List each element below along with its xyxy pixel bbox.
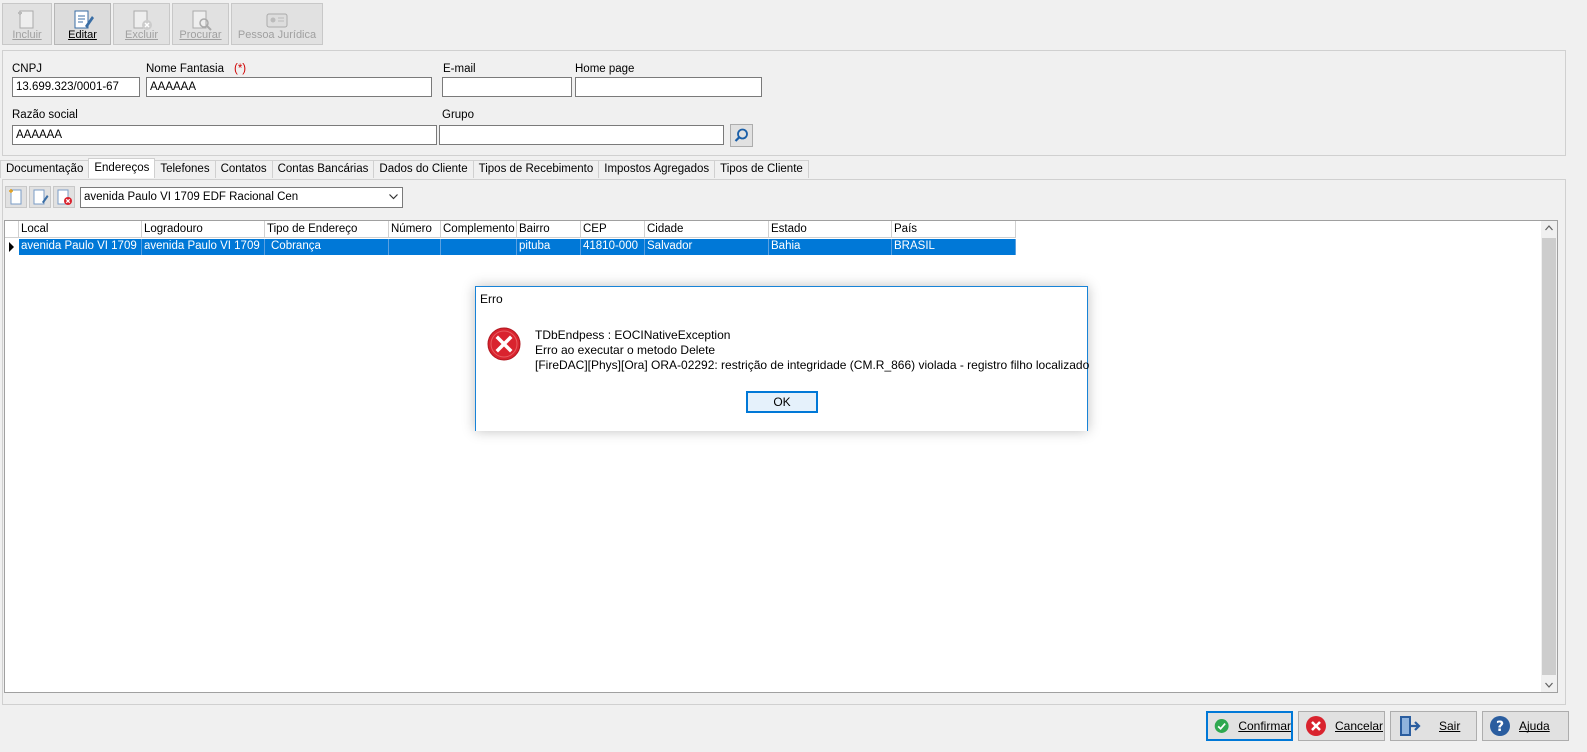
check-icon — [1214, 719, 1229, 733]
error-message-line2: Erro ao executar o metodo Delete — [535, 343, 716, 357]
chevron-down-icon — [389, 194, 398, 200]
column-header[interactable]: Número — [389, 221, 441, 238]
column-header[interactable]: Complemento — [441, 221, 517, 238]
excluir-button[interactable]: Excluir — [113, 3, 170, 45]
table-cell[interactable]: BRASIL — [892, 239, 1016, 255]
new-document-icon — [18, 10, 34, 29]
homepage-label: Home page — [575, 63, 635, 75]
table-cell[interactable]: pituba — [517, 239, 581, 255]
table-cell[interactable] — [389, 239, 441, 255]
table-cell[interactable]: Cobrança — [265, 239, 389, 255]
search-icon — [734, 128, 748, 142]
nome-fantasia-label: Nome Fantasia — [146, 63, 224, 75]
search-document-icon — [192, 10, 212, 31]
help-icon: ? — [1490, 716, 1510, 736]
dialog-title: Erro — [476, 287, 1087, 311]
grupo-search-button[interactable] — [730, 124, 753, 147]
tab-telefones[interactable]: Telefones — [154, 160, 216, 178]
delete-address-button[interactable] — [53, 186, 75, 208]
incluir-button[interactable]: Incluir — [2, 3, 52, 45]
tab-documentacao[interactable]: Documentação — [0, 160, 90, 178]
required-marker: (*) — [234, 63, 247, 75]
razao-social-field[interactable]: AAAAAA — [12, 125, 437, 145]
address-select[interactable]: avenida Paulo VI 1709 EDF Racional Cen — [80, 187, 403, 208]
email-field[interactable] — [442, 77, 572, 97]
scrollbar-thumb[interactable] — [1542, 238, 1556, 675]
address-select-value: avenida Paulo VI 1709 EDF Racional Cen — [84, 191, 299, 203]
error-icon — [487, 327, 521, 361]
editar-button[interactable]: Editar — [54, 3, 111, 45]
column-header[interactable]: Tipo de Endereço — [265, 221, 389, 238]
tab-contas-bancarias[interactable]: Contas Bancárias — [271, 160, 375, 178]
tab-enderecos[interactable]: Endereços — [88, 158, 156, 178]
table-cell[interactable] — [441, 239, 517, 255]
column-header[interactable]: CEP — [581, 221, 645, 238]
tab-contatos[interactable]: Contatos — [214, 160, 273, 178]
ok-button[interactable]: OK — [746, 391, 818, 413]
edit-address-button[interactable] — [29, 186, 51, 208]
table-cell[interactable]: Salvador — [645, 239, 769, 255]
scroll-up-icon[interactable] — [1545, 225, 1553, 231]
current-row-arrow-icon — [9, 242, 14, 252]
tab-tipos-de-recebimento[interactable]: Tipos de Recebimento — [472, 160, 600, 178]
cnpj-field[interactable]: 13.699.323/0001-67 — [12, 77, 140, 97]
pessoa-juridica-button[interactable]: Pessoa Jurídica — [231, 3, 323, 45]
new-address-icon — [9, 189, 22, 205]
id-card-icon — [266, 13, 288, 28]
column-header[interactable]: País — [892, 221, 1016, 238]
cancelar-label: Cancelar — [1335, 719, 1384, 733]
email-label: E-mail — [443, 63, 476, 75]
svg-text:?: ? — [1496, 719, 1504, 735]
ajuda-button[interactable]: ? Ajuda — [1482, 711, 1569, 741]
cnpj-label: CNPJ — [12, 63, 43, 75]
sair-button[interactable]: Sair — [1390, 711, 1477, 741]
ajuda-label: Ajuda — [1519, 719, 1550, 733]
dialog-body: TDbEndpess : EOCINativeException Erro ao… — [476, 311, 1090, 431]
tab-impostos-agregados[interactable]: Impostos Agregados — [598, 160, 716, 178]
column-header[interactable]: Estado — [769, 221, 892, 238]
table-cell[interactable]: avenida Paulo VI 1709 — [142, 239, 265, 255]
delete-document-icon — [133, 10, 152, 30]
grupo-label: Grupo — [442, 109, 474, 121]
tab-bar: Documentação Endereços Telefones Contato… — [0, 158, 809, 179]
delete-address-icon — [57, 189, 72, 205]
tab-dados-do-cliente[interactable]: Dados do Cliente — [373, 160, 474, 178]
razao-social-label: Razão social — [12, 109, 78, 121]
column-header[interactable]: Local — [19, 221, 142, 238]
table-cell[interactable]: 41810-000 — [581, 239, 645, 255]
column-header[interactable]: Cidade — [645, 221, 769, 238]
row-indicator-header — [5, 221, 19, 238]
cancel-icon — [1306, 716, 1326, 736]
tab-tipos-de-cliente[interactable]: Tipos de Cliente — [714, 160, 809, 178]
nome-fantasia-field[interactable]: AAAAAA — [146, 77, 432, 97]
homepage-field[interactable] — [575, 77, 762, 97]
error-message-line1: TDbEndpess : EOCINativeException — [535, 328, 731, 342]
exit-door-icon — [1400, 716, 1421, 736]
vertical-scrollbar[interactable] — [1541, 221, 1557, 692]
add-address-button[interactable] — [5, 186, 27, 208]
confirmar-label: Confirmar — [1238, 719, 1291, 733]
column-header[interactable]: Bairro — [517, 221, 581, 238]
error-dialog: Erro TDbEndpess : EOCINativeException Er… — [475, 286, 1090, 431]
error-message-line3: [FireDAC][Phys][Ora] ORA-02292: restriçã… — [535, 358, 1090, 372]
grupo-field[interactable] — [439, 125, 724, 145]
edit-document-icon — [74, 10, 94, 29]
scroll-down-icon[interactable] — [1545, 682, 1553, 688]
confirmar-button[interactable]: Confirmar — [1206, 711, 1293, 741]
row-indicator — [5, 239, 19, 255]
cancelar-button[interactable]: Cancelar — [1298, 711, 1385, 741]
column-header[interactable]: Logradouro — [142, 221, 265, 238]
table-cell[interactable]: Bahia — [769, 239, 892, 255]
procurar-button[interactable]: Procurar — [172, 3, 229, 45]
edit-address-icon — [33, 189, 49, 205]
sair-label: Sair — [1439, 719, 1461, 733]
table-cell[interactable]: avenida Paulo VI 1709 — [19, 239, 142, 255]
